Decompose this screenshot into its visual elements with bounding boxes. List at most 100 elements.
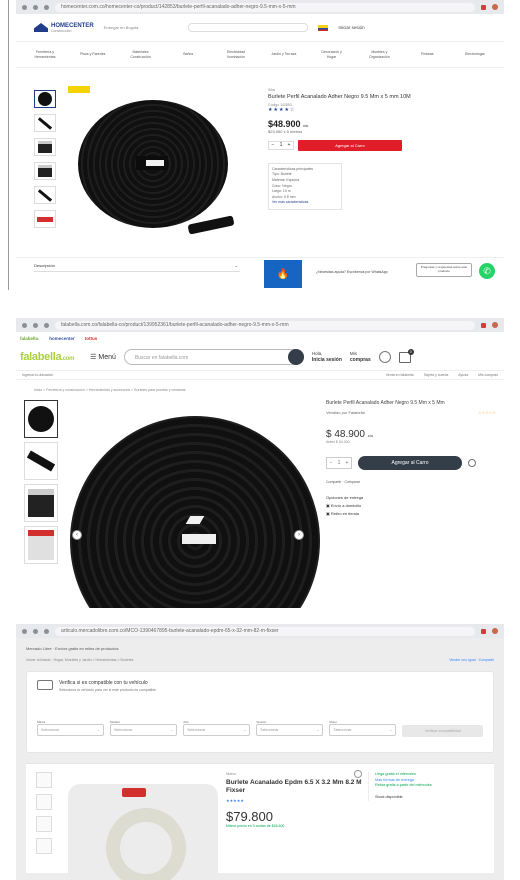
category-item[interactable]: Pinturas [414,52,440,56]
thumbnail[interactable] [36,772,52,788]
brand-label[interactable]: Sika [268,88,418,92]
vehicle-select[interactable]: Marca Seleccionar ⌄ [37,720,105,737]
plus-icon[interactable]: + [285,142,293,148]
cart-icon[interactable]: 0 [398,348,414,363]
category-item[interactable]: Baños [175,52,201,56]
reload-icon[interactable] [44,628,49,634]
thumbnail[interactable] [34,138,56,156]
category-item[interactable]: Materiales Construcción [128,50,154,58]
profile-icon[interactable] [492,628,498,634]
search-input[interactable]: Buscar en falabella.com [123,349,304,365]
verify-compatibility-button[interactable]: Verificar compatibilidad [402,725,483,737]
rating-stars[interactable]: ☆☆☆☆☆ [478,410,496,415]
profile-icon[interactable] [492,4,498,10]
falabella-logo[interactable]: falabella.com [20,351,74,363]
vehicle-select[interactable]: Modelo Seleccionar ⌄ [110,720,178,737]
seller-label[interactable]: Vendido por Falabella [326,410,365,415]
thumbnail[interactable] [36,816,52,832]
quantity-stepper[interactable]: − 1 + [326,457,352,469]
category-item[interactable]: Muebles y Organización [366,50,392,58]
add-to-cart-button[interactable]: Agregar al Carro [298,139,402,151]
homecenter-logo[interactable]: HOMECENTER Construcción [34,23,94,33]
vehicle-select[interactable]: Versión Seleccionar ⌄ [256,720,324,737]
product-image[interactable] [78,100,235,235]
plus-icon[interactable]: + [343,460,351,466]
bookmark-icon[interactable] [481,628,486,634]
subnav-link[interactable]: Venta en falabella [386,373,414,377]
delivery-option[interactable]: ▣ Retiro en tienda [326,510,496,518]
thumbnail[interactable] [36,794,52,810]
favorite-icon[interactable] [468,459,476,467]
product-image[interactable] [68,784,218,880]
thumbnail[interactable] [34,162,56,180]
thumbnail[interactable] [34,186,56,204]
homecenter-pill[interactable]: homecenter [49,336,75,341]
vehicle-select[interactable]: Motor Seleccionar ⌄ [329,720,397,737]
share-compare-links[interactable]: Compartir · Comparar [326,480,496,484]
minus-icon[interactable]: − [269,142,277,148]
description-accordion[interactable]: Descripción ⌄ [34,260,240,272]
quantity-value[interactable]: 1 [277,142,285,148]
back-icon[interactable] [22,628,27,634]
whatsapp-icon[interactable]: ✆ [479,263,495,279]
chevron-right-icon[interactable]: › [294,530,304,540]
forward-icon[interactable] [33,322,38,328]
location-selector[interactable]: Entregar en Bogotá [104,25,139,30]
thumbnail[interactable] [34,210,56,228]
address-bar[interactable]: homecenter.com.co/homecenter-co/product/… [55,2,475,12]
rating-stars[interactable]: ★★★★☆ [268,107,418,113]
category-item[interactable]: Electricidad Iluminación [223,50,249,58]
product-image[interactable] [70,416,320,608]
thumbnail[interactable] [24,526,58,564]
breadcrumb[interactable] [16,68,504,78]
thumbnail[interactable] [24,400,58,438]
add-to-cart-button[interactable]: Agregar al Carro [358,456,462,470]
subnav-link[interactable]: Tarjeta y cuenta [424,373,449,377]
location-link[interactable]: Ingresa tu ubicación [22,373,53,377]
profile-icon[interactable] [492,322,498,328]
questions-button[interactable]: Preguntas y respuestas sobre este produc… [416,263,472,277]
thumbnail[interactable] [34,114,56,132]
search-icon[interactable] [287,349,304,365]
forward-icon[interactable] [33,4,38,10]
flame-icon[interactable]: 🔥 [264,260,302,288]
thumbnail[interactable] [36,838,52,854]
thumbnail[interactable] [34,90,56,108]
bookmark-icon[interactable] [481,4,486,10]
account-link[interactable]: Hola, Inicia sesión [312,351,342,362]
thumbnail[interactable] [24,442,58,480]
minus-icon[interactable]: − [327,460,335,466]
heart-icon[interactable] [354,770,362,778]
reload-icon[interactable] [44,4,49,10]
category-item[interactable]: Jardín y Terraza [271,52,297,56]
specs-more-link[interactable]: Ver más características [272,200,338,206]
subnav-link[interactable]: Mis compras [478,373,498,377]
breadcrumb[interactable]: Inicio > Ferretería y construcción > Her… [16,380,504,400]
installments-text[interactable]: Mismo precio en 3 cuotas de $26.600 [226,824,366,828]
breadcrumb-actions[interactable]: Vender uno igual · Compartir [449,658,494,662]
forward-icon[interactable] [33,628,38,634]
category-item[interactable]: Ferretería y Herramientas [32,50,58,58]
breadcrumb-links[interactable]: Volver al listado · Hogar, Muebles y Jar… [26,658,133,662]
address-bar[interactable]: articulo.mercadolibre.com.co/MCO-1390467… [55,626,475,636]
reload-icon[interactable] [44,322,49,328]
heart-icon[interactable] [378,351,391,363]
delivery-option[interactable]: ▣ Envío a domicilio [326,502,496,510]
search-input[interactable] [188,23,309,32]
back-icon[interactable] [22,4,27,10]
category-item[interactable]: Pisos y Paredes [80,52,106,56]
address-bar[interactable]: falabella.com.co/falabella-co/product/13… [55,320,475,330]
back-icon[interactable] [22,322,27,328]
tottus-pill[interactable]: tottus [85,336,98,341]
quantity-stepper[interactable]: − 1 + [268,140,294,150]
falabella-pill[interactable]: falabella. [20,336,39,341]
login-link[interactable]: Iniciar sesión [338,25,364,30]
vehicle-select[interactable]: Año Seleccionar ⌄ [183,720,251,737]
quantity-value[interactable]: 1 [335,460,343,466]
subnav-link[interactable]: Ayuda [458,373,468,377]
orders-link[interactable]: Mis compras [350,351,371,362]
category-item[interactable]: Electrohogar [462,52,488,56]
rating-stars[interactable]: ★★★★★ [226,798,366,803]
bookmark-icon[interactable] [481,322,486,328]
category-item[interactable]: Decoración y Hogar [319,50,345,58]
